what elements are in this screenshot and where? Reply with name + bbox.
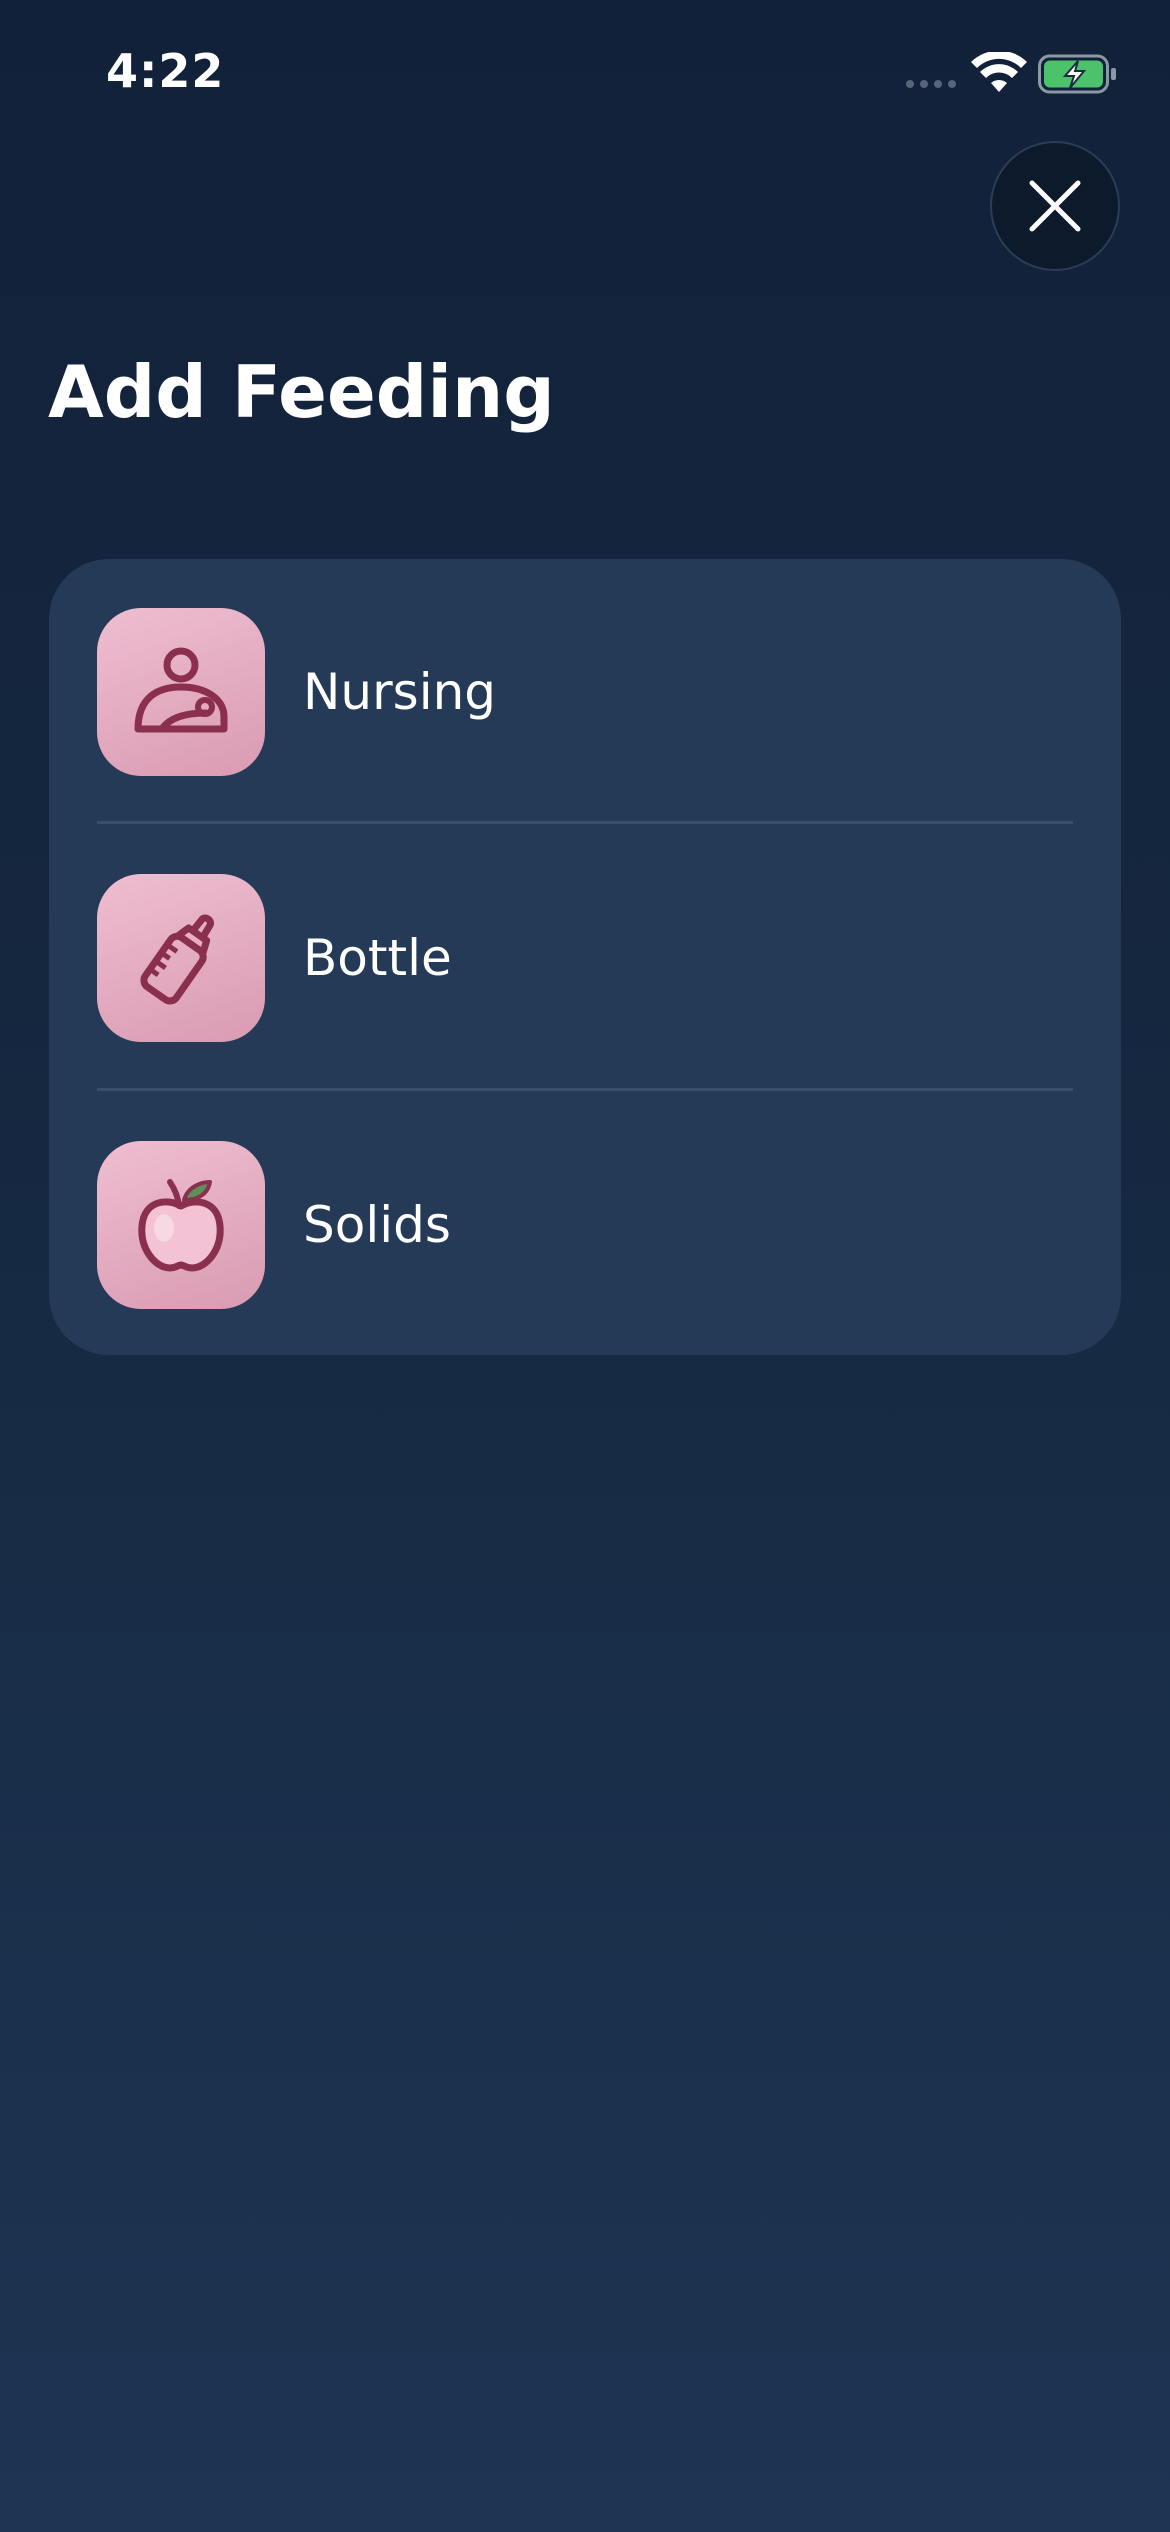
option-label-nursing: Nursing — [303, 662, 497, 721]
option-bottle[interactable]: Bottle — [97, 824, 1073, 1091]
battery-charging-icon — [1038, 54, 1116, 94]
option-solids[interactable]: Solids — [97, 1091, 1073, 1358]
nursing-icon — [97, 607, 265, 776]
page-title: Add Feeding — [48, 350, 555, 434]
wifi-icon — [971, 52, 1027, 92]
status-bar: 4:22 — [0, 0, 1170, 150]
option-nursing[interactable]: Nursing — [97, 559, 1073, 824]
status-time: 4:22 — [106, 44, 225, 98]
close-button[interactable] — [990, 141, 1120, 271]
option-label-solids: Solids — [303, 1195, 451, 1254]
option-label-bottle: Bottle — [303, 928, 452, 987]
close-icon — [1029, 180, 1081, 232]
apple-icon — [97, 1140, 265, 1309]
feeding-options-list: Nursing Bottle Solids — [49, 559, 1121, 1355]
cellular-signal-icon — [906, 80, 956, 88]
baby-bottle-icon — [97, 873, 265, 1042]
